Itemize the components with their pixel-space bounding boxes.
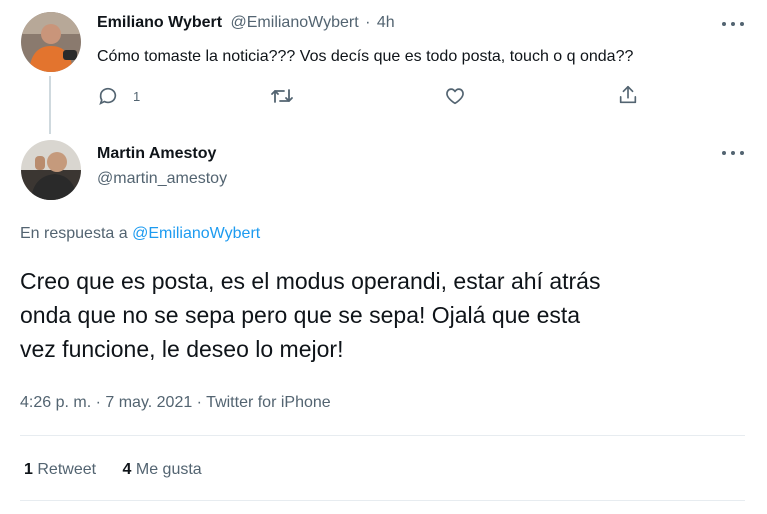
first-tweet-text: Cómo tomaste la noticia??? Vos decís que… (97, 48, 634, 65)
retweets-label: Retweet (37, 461, 97, 478)
reply-to-link[interactable]: @EmilianoWybert (132, 225, 260, 242)
more-icon[interactable] (722, 146, 744, 160)
tweet-time[interactable]: 4h (377, 14, 395, 31)
tweet-stats: 1 Retweet 4 Me gusta (24, 461, 202, 479)
retweets-count: 1 (24, 461, 33, 478)
tweet-text-line: Creo que es posta, es el modus operandi,… (20, 268, 601, 294)
reply-icon (97, 85, 119, 107)
reply-context: En respuesta a @EmilianoWybert (20, 225, 260, 243)
tweet-timestamp[interactable]: 4:26 p. m. · 7 may. 2021 · (20, 394, 206, 411)
tweet-metadata: 4:26 p. m. · 7 may. 2021 · Twitter for i… (20, 394, 331, 412)
likes-label: Me gusta (135, 461, 202, 478)
main-author-handle[interactable]: @martin_amestoy (97, 170, 227, 188)
thread-line (49, 76, 51, 134)
share-icon (617, 84, 639, 106)
like-button[interactable] (444, 85, 466, 107)
author-handle[interactable]: @EmilianoWybert (231, 14, 359, 31)
tweet-text-line: onda que no se sepa pero que se sepa! Oj… (20, 302, 581, 328)
first-tweet-header: Emiliano Wybert @EmilianoWybert · 4h (97, 14, 395, 32)
retweet-button[interactable] (270, 85, 294, 107)
likes-stat[interactable]: 4 Me gusta (123, 461, 202, 478)
main-tweet-text: Creo que es posta, es el modus operandi,… (20, 264, 600, 366)
tweet-source[interactable]: Twitter for iPhone (206, 394, 331, 411)
main-author-name[interactable]: Martin Amestoy (97, 145, 216, 163)
reply-count: 1 (133, 88, 141, 104)
like-icon (444, 85, 466, 107)
avatar-emiliano[interactable] (21, 12, 81, 72)
share-button[interactable] (617, 84, 639, 106)
tweet-text-line: vez funcione, le deseo lo mejor! (20, 336, 344, 362)
more-icon[interactable] (722, 17, 744, 31)
avatar-martin[interactable] (21, 140, 81, 200)
divider (20, 500, 745, 501)
reply-prefix: En respuesta a (20, 225, 128, 242)
retweets-stat[interactable]: 1 Retweet (24, 461, 101, 478)
author-name[interactable]: Emiliano Wybert (97, 14, 222, 31)
reply-button[interactable]: 1 (97, 85, 140, 107)
likes-count: 4 (122, 461, 132, 478)
divider (20, 435, 745, 436)
retweet-icon (270, 85, 294, 107)
time-separator: · (365, 14, 371, 31)
